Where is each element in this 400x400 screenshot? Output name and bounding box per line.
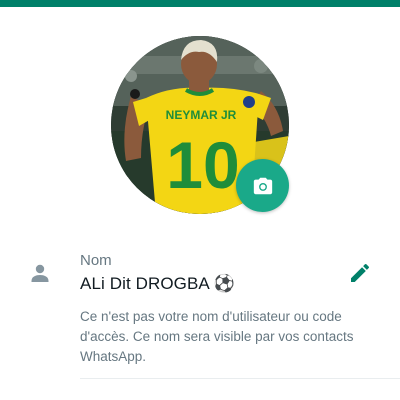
name-label: Nom [80, 252, 112, 269]
name-hint: Ce n'est pas votre nom d'utilisateur ou … [80, 309, 354, 364]
camera-icon [253, 177, 272, 194]
change-photo-button[interactable] [236, 159, 289, 212]
app-bar [0, 0, 400, 7]
jersey-number: 10 [166, 128, 239, 202]
person-icon [31, 264, 49, 282]
name-value[interactable]: ALi Dit DROGBA ⚽ [80, 274, 235, 294]
profile-photo-container: NEYMAR JR 10 [111, 36, 289, 214]
divider [80, 378, 400, 379]
profile-screen: NEYMAR JR 10 Nom ALi Dit DROGBA ⚽ Ce n'e… [0, 0, 400, 400]
pencil-icon[interactable] [348, 261, 372, 285]
jersey-name: NEYMAR JR [166, 108, 237, 122]
